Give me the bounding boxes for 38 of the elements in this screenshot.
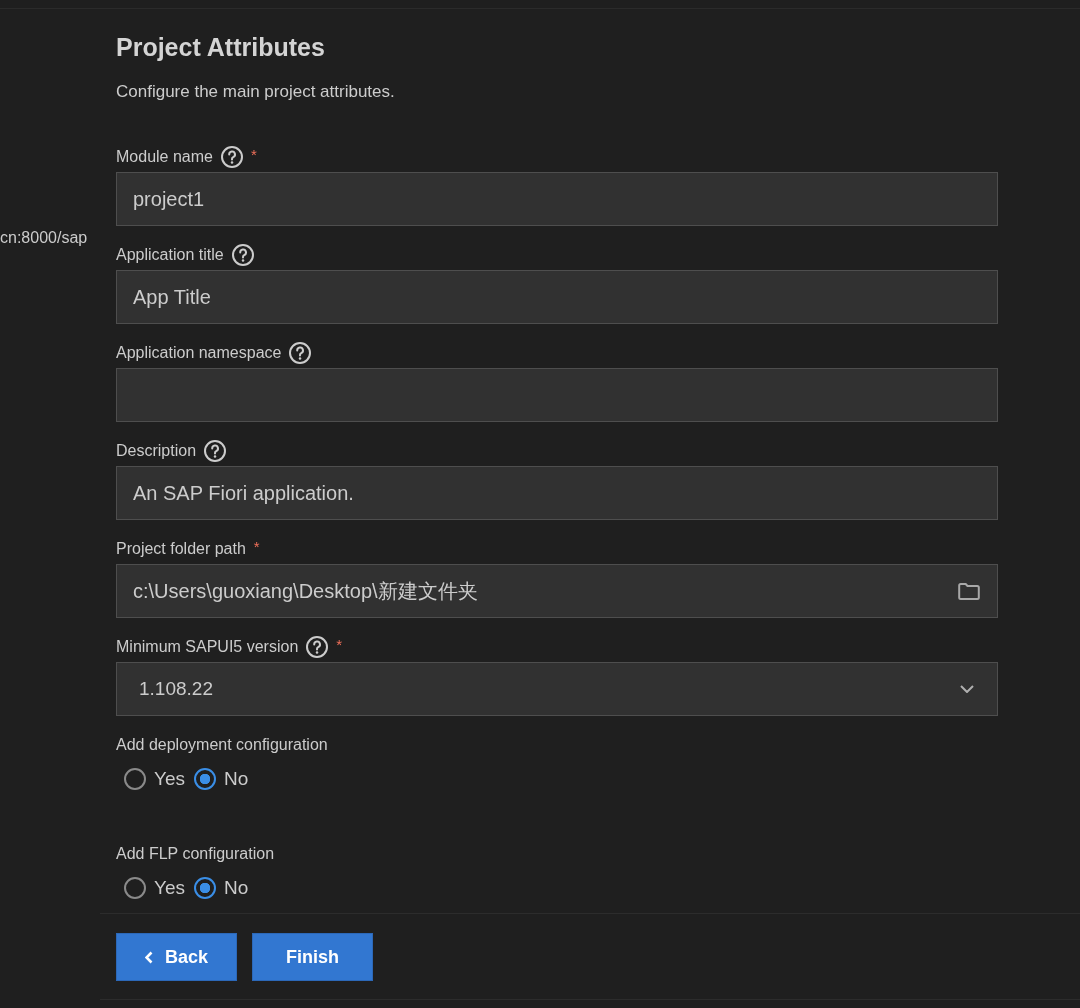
radio-label[interactable]: Yes xyxy=(154,876,185,900)
text-input[interactable]: App Title xyxy=(116,270,998,324)
folder-path-input[interactable]: c:\Users\guoxiang\Desktop\新建文件夹 xyxy=(116,564,998,618)
field-label: Application title xyxy=(116,245,224,265)
field-label: Description xyxy=(116,441,197,461)
text-input[interactable]: An SAP Fiori application. xyxy=(116,466,998,520)
help-icon[interactable] xyxy=(204,440,227,462)
field-label: Project folder path xyxy=(116,539,246,559)
help-icon[interactable] xyxy=(306,636,329,658)
help-icon[interactable] xyxy=(220,146,243,168)
url-text: cn:8000/sap xyxy=(0,228,88,248)
chevron-down-icon xyxy=(960,685,974,693)
field-label: Module name xyxy=(116,147,213,167)
text-input[interactable]: project1 xyxy=(116,172,998,226)
radio-label[interactable]: Yes xyxy=(154,767,185,791)
folder-icon[interactable] xyxy=(958,582,980,600)
text-input[interactable] xyxy=(116,368,998,422)
radio-group-label: Add FLP configuration xyxy=(116,844,275,864)
dropdown-field[interactable]: 1.108.22 xyxy=(116,662,998,716)
field-label: Application namespace xyxy=(116,343,282,363)
chevron-left-icon xyxy=(145,950,153,964)
radio-group-label: Add deployment configuration xyxy=(116,735,328,755)
radio-button[interactable] xyxy=(194,877,216,899)
field-label: Minimum SAPUI5 version xyxy=(116,637,299,657)
page-title: Project Attributes xyxy=(116,32,325,63)
radio-button[interactable] xyxy=(124,768,146,790)
finish-button[interactable]: Finish xyxy=(252,933,373,981)
radio-label[interactable]: No xyxy=(224,876,249,900)
page-subtitle: Configure the main project attributes. xyxy=(116,81,396,103)
radio-button[interactable] xyxy=(194,768,216,790)
help-icon[interactable] xyxy=(231,244,254,266)
help-icon[interactable] xyxy=(289,342,312,364)
back-button[interactable]: Back xyxy=(116,933,237,981)
required-mark: * xyxy=(336,637,343,652)
required-mark: * xyxy=(250,147,257,162)
required-mark: * xyxy=(253,539,260,554)
radio-button[interactable] xyxy=(124,877,146,899)
radio-label[interactable]: No xyxy=(224,767,249,791)
